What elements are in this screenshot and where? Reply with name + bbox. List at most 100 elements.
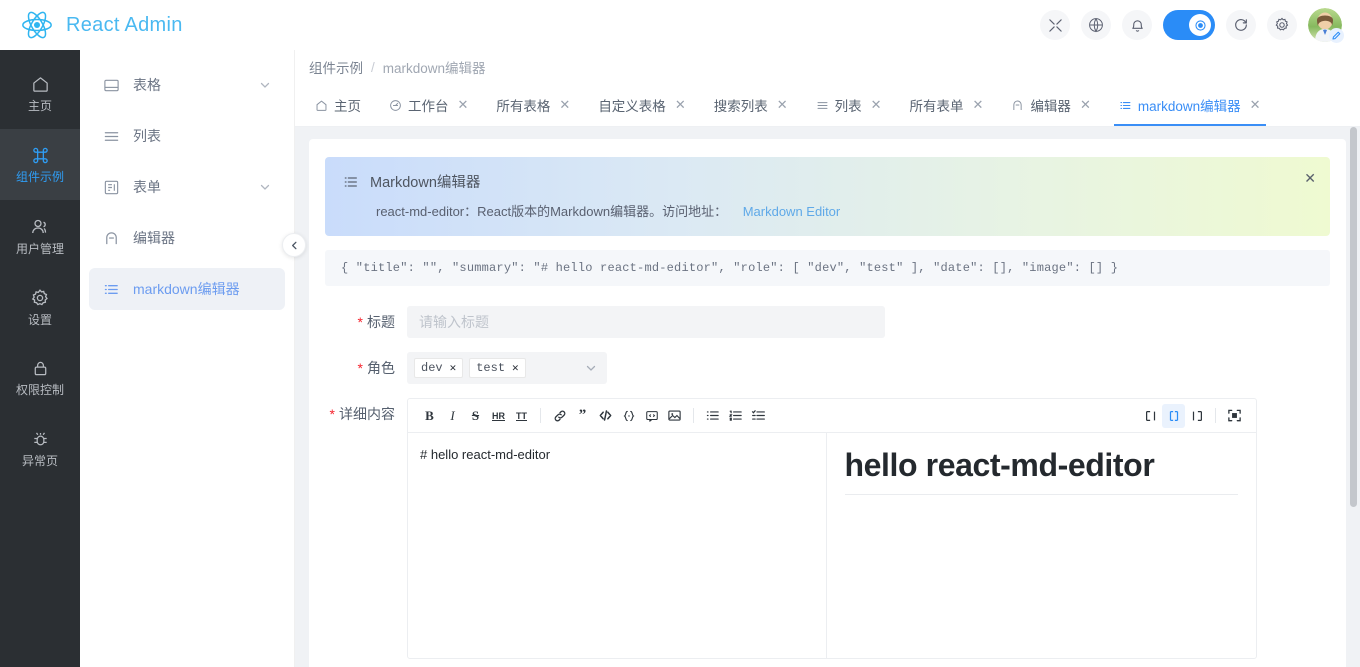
gear-icon — [30, 288, 50, 308]
editor-icon — [1011, 99, 1024, 112]
gear-icon[interactable] — [1267, 10, 1297, 40]
list-icon — [103, 128, 120, 145]
role-label-text: 角色 — [367, 360, 395, 376]
scrollbar-thumb[interactable] — [1350, 127, 1357, 507]
sidebar-item-label: 列表 — [133, 126, 161, 146]
preview-heading: hello react-md-editor — [845, 447, 1239, 495]
preview-only-mode[interactable] — [1185, 404, 1208, 428]
toolbar-divider — [693, 408, 694, 423]
header-actions — [1040, 8, 1342, 42]
sidebar-item-form[interactable]: 表单 — [89, 166, 285, 208]
sidebar-item-editor[interactable]: 编辑器 — [89, 217, 285, 259]
fullscreen-icon[interactable] — [1223, 404, 1246, 428]
theme-toggle[interactable] — [1163, 10, 1215, 40]
ordered-list-icon[interactable] — [724, 404, 747, 428]
tab-markdown-editor[interactable]: markdown编辑器 ✕ — [1105, 84, 1275, 126]
role-tag-test[interactable]: test ✕ — [469, 358, 525, 378]
tab-close-icon[interactable]: ✕ — [871, 97, 882, 113]
sidebar-item-permissions[interactable]: 权限控制 — [0, 342, 80, 413]
tab-close-icon[interactable]: ✕ — [1080, 97, 1091, 113]
refresh-icon[interactable] — [1226, 10, 1256, 40]
sidebar-item-table[interactable]: 表格 — [89, 64, 285, 106]
title-icon[interactable]: TT — [510, 404, 533, 428]
markdown-source-pane[interactable]: # hello react-md-editor — [408, 433, 827, 658]
tab-close-icon[interactable]: ✕ — [1250, 97, 1261, 113]
banner-close-icon[interactable]: ✕ — [1304, 171, 1316, 185]
tab-close-icon[interactable]: ✕ — [777, 97, 788, 113]
tab-list[interactable]: 列表 ✕ — [802, 84, 896, 126]
sidebar-item-label: 编辑器 — [133, 228, 175, 248]
breadcrumb-parent[interactable]: 组件示例 — [309, 57, 363, 77]
edit-only-mode[interactable] — [1139, 404, 1162, 428]
form-row-role: *角色 dev ✕ test ✕ — [325, 352, 1330, 384]
brand[interactable]: React Admin — [20, 8, 183, 42]
sidebar-item-label: 表单 — [133, 177, 161, 197]
chevron-down-icon[interactable] — [585, 362, 597, 374]
markdown-toolbar: B I S HR TT ” — [408, 399, 1256, 433]
checked-list-icon[interactable] — [747, 404, 770, 428]
form-value-preview: { "title": "", "summary": "# hello react… — [325, 250, 1330, 286]
content-scrollbar[interactable] — [1350, 127, 1357, 667]
tag-remove-icon[interactable]: ✕ — [450, 361, 457, 375]
hr-icon[interactable]: HR — [487, 404, 510, 428]
sidebar-item-label: 组件示例 — [16, 171, 64, 183]
sidebar-item-home[interactable]: 主页 — [0, 58, 80, 129]
banner-description-row: react-md-editor：React版本的Markdown编辑器。访问地址… — [343, 201, 1312, 220]
tab-label: 列表 — [835, 95, 862, 115]
sidebar-item-label: 主页 — [28, 100, 52, 112]
tab-close-icon[interactable]: ✕ — [458, 97, 469, 113]
tab-label: markdown编辑器 — [1138, 95, 1241, 115]
unordered-list-icon[interactable] — [701, 404, 724, 428]
quote-icon[interactable]: ” — [571, 404, 594, 428]
users-icon — [30, 217, 50, 237]
link-icon[interactable] — [548, 404, 571, 428]
role-select[interactable]: dev ✕ test ✕ — [407, 352, 607, 384]
edit-pencil-icon[interactable] — [1329, 28, 1344, 43]
tab-close-icon[interactable]: ✕ — [973, 97, 984, 113]
sidebar-item-settings[interactable]: 设置 — [0, 271, 80, 342]
form-row-title: *标题 — [325, 306, 1330, 338]
sidebar-item-exception[interactable]: 异常页 — [0, 413, 80, 484]
tab-home[interactable]: 主页 — [301, 84, 375, 126]
sidebar-item-markdown-editor[interactable]: markdown编辑器 — [89, 268, 285, 310]
tab-all-forms[interactable]: 所有表单 ✕ — [896, 84, 998, 126]
bold-icon[interactable]: B — [418, 404, 441, 428]
home-icon — [31, 75, 50, 94]
sidebar-item-components[interactable]: 组件示例 — [0, 129, 80, 200]
comment-icon[interactable] — [640, 404, 663, 428]
secondary-sidebar: 表格 列表 表单 — [80, 50, 295, 667]
tag-remove-icon[interactable]: ✕ — [512, 361, 519, 375]
react-logo-icon — [20, 8, 54, 42]
sidebar-item-list[interactable]: 列表 — [89, 115, 285, 157]
sidebar-collapse-button[interactable] — [282, 233, 306, 257]
role-tag-dev[interactable]: dev ✕ — [414, 358, 463, 378]
body: 主页 组件示例 用户管理 — [0, 50, 1360, 667]
code-icon[interactable] — [594, 404, 617, 428]
markdown-editor-link[interactable]: Markdown Editor — [743, 204, 841, 219]
title-input[interactable] — [407, 306, 885, 338]
sidebar-item-users[interactable]: 用户管理 — [0, 200, 80, 271]
language-icon[interactable] — [1081, 10, 1111, 40]
live-split-mode[interactable] — [1162, 404, 1185, 428]
bell-icon[interactable] — [1122, 10, 1152, 40]
tab-bar: 主页 工作台 ✕ 所有表格 ✕ 自定义表格 ✕ — [295, 84, 1360, 127]
tab-label: 主页 — [334, 95, 361, 115]
italic-icon[interactable]: I — [441, 404, 464, 428]
tab-label: 自定义表格 — [598, 95, 666, 115]
tab-all-tables[interactable]: 所有表格 ✕ — [482, 84, 584, 126]
list-icon — [816, 99, 829, 112]
image-icon[interactable] — [663, 404, 686, 428]
avatar[interactable] — [1308, 8, 1342, 42]
tab-editor[interactable]: 编辑器 ✕ — [997, 84, 1104, 126]
fullscreen-icon[interactable] — [1040, 10, 1070, 40]
tab-custom-table[interactable]: 自定义表格 ✕ — [584, 84, 699, 126]
tab-close-icon[interactable]: ✕ — [675, 97, 686, 113]
strikethrough-icon[interactable]: S — [464, 404, 487, 428]
dashboard-icon — [389, 99, 402, 112]
sidebar-item-label: markdown编辑器 — [133, 279, 240, 299]
tab-close-icon[interactable]: ✕ — [559, 97, 570, 113]
content-label-text: 详细内容 — [339, 406, 395, 422]
tab-search-list[interactable]: 搜索列表 ✕ — [700, 84, 802, 126]
codeblock-icon[interactable] — [617, 404, 640, 428]
tab-workbench[interactable]: 工作台 ✕ — [375, 84, 482, 126]
